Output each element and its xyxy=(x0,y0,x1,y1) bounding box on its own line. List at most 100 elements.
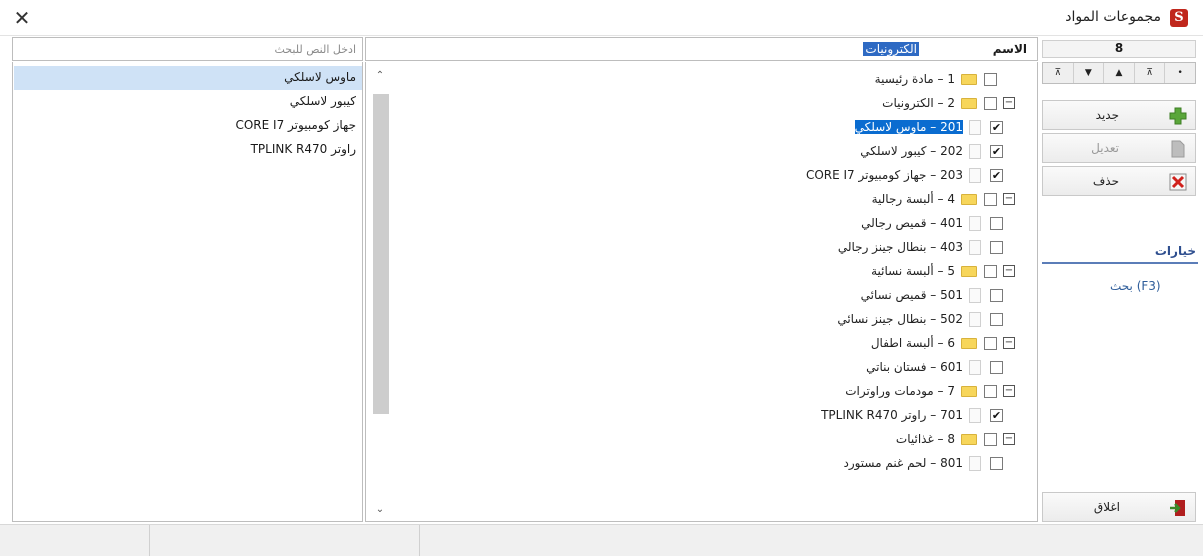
tree-node-label: 501 – قميص نسائي xyxy=(860,288,963,302)
node-checkbox[interactable] xyxy=(984,73,997,86)
item-icon xyxy=(969,360,981,375)
item-icon xyxy=(969,456,981,471)
node-checkbox[interactable] xyxy=(990,313,1003,326)
result-item[interactable]: جهاز كومبيوتر CORE I7 xyxy=(14,114,362,138)
delete-button[interactable]: حذف xyxy=(1042,166,1196,196)
item-icon xyxy=(969,288,981,303)
status-segment xyxy=(150,525,420,556)
edit-button-label: تعديل xyxy=(1091,141,1119,155)
folder-icon xyxy=(961,74,977,85)
scroll-thumb[interactable] xyxy=(373,94,389,414)
close-window-button[interactable]: ✕ xyxy=(9,5,35,31)
node-checkbox[interactable] xyxy=(990,241,1003,254)
new-button[interactable]: جديد xyxy=(1042,100,1196,130)
folder-icon xyxy=(961,194,977,205)
nav-prev-button[interactable]: ▲ xyxy=(1104,63,1135,83)
new-button-label: جديد xyxy=(1095,108,1119,122)
tree-node[interactable]: − 5 – ألبسة نسائية xyxy=(437,260,1037,284)
tree-node-label: 701 – راوتر TPLINK R470 xyxy=(821,408,963,422)
node-checkbox[interactable] xyxy=(984,433,997,446)
node-checkbox[interactable] xyxy=(984,265,997,278)
tree-node-label: 1 – مادة رئيسية xyxy=(874,72,955,86)
navigation-bar: ⊼ ▼ ▲ ⊼ • xyxy=(1042,62,1196,84)
tree-node[interactable]: − 8 – غذائيات xyxy=(437,428,1037,452)
nav-next-button[interactable]: ▼ xyxy=(1074,63,1105,83)
tree-node[interactable]: 401 – قميص رجالي xyxy=(437,212,1037,236)
node-checkbox[interactable]: ✔ xyxy=(990,145,1003,158)
node-checkbox[interactable] xyxy=(984,193,997,206)
folder-icon xyxy=(961,386,977,397)
tree-node-label: 202 – كيبور لاسلكي xyxy=(860,144,963,158)
tree-node-label: 5 – ألبسة نسائية xyxy=(871,264,955,278)
node-checkbox[interactable]: ✔ xyxy=(990,121,1003,134)
tree-node[interactable]: ✔ 201 – ماوس لاسلكي xyxy=(437,116,1037,140)
tree-node-label: 801 – لحم غنم مستورد xyxy=(843,456,963,470)
tree-node-label: 502 – بنطال جينز نسائي xyxy=(837,312,963,326)
item-icon xyxy=(969,216,981,231)
delete-icon xyxy=(1169,173,1187,191)
node-checkbox[interactable] xyxy=(984,97,997,110)
nav-first-button[interactable]: ⊼ xyxy=(1135,63,1166,83)
status-bar xyxy=(0,524,1203,556)
search-input[interactable] xyxy=(13,38,362,60)
window-title: مجموعات المواد xyxy=(1065,9,1161,25)
tree-node[interactable]: 1 – مادة رئيسية xyxy=(437,68,1037,92)
tree-node-label: 6 – ألبسة اطفال xyxy=(870,336,955,350)
node-checkbox[interactable] xyxy=(990,289,1003,302)
item-icon xyxy=(969,408,981,423)
collapse-icon[interactable]: − xyxy=(1003,433,1015,445)
result-item[interactable]: كيبور لاسلكي xyxy=(14,90,362,114)
tree-node[interactable]: − 4 – ألبسة رجالية xyxy=(437,188,1037,212)
search-option-link[interactable]: بحث (F3) xyxy=(1110,279,1161,293)
close-button[interactable]: اغلاق xyxy=(1042,492,1196,522)
nav-last-button[interactable]: ⊼ xyxy=(1043,63,1074,83)
collapse-icon[interactable]: − xyxy=(1003,385,1015,397)
scroll-up-icon[interactable]: ⌃ xyxy=(370,68,390,84)
item-icon xyxy=(969,312,981,327)
node-checkbox[interactable]: ✔ xyxy=(990,409,1003,422)
tree-node[interactable]: 501 – قميص نسائي xyxy=(437,284,1037,308)
node-checkbox[interactable]: ✔ xyxy=(990,169,1003,182)
tree-node[interactable]: ✔ 202 – كيبور لاسلكي xyxy=(437,140,1037,164)
tree-node-label: 4 – ألبسة رجالية xyxy=(871,192,955,206)
tree-node-label: 601 – فستان بناتي xyxy=(866,360,963,374)
tree-node[interactable]: 403 – بنطال جينز رجالي xyxy=(437,236,1037,260)
folder-icon xyxy=(961,266,977,277)
groups-tree[interactable]: ⌃ ⌄ 1 – مادة رئيسية − 2 – الكترونيات ✔ 201 –… xyxy=(365,62,1038,522)
tree-node[interactable]: − 6 – ألبسة اطفال xyxy=(437,332,1037,356)
tree-node-label: 401 – قميص رجالي xyxy=(861,216,963,230)
tree-node[interactable]: 601 – فستان بناتي xyxy=(437,356,1037,380)
tree-node[interactable]: ✔ 203 – جهاز كومبيوتر CORE I7 xyxy=(437,164,1037,188)
tree-node[interactable]: 502 – بنطال جينز نسائي xyxy=(437,308,1037,332)
node-checkbox[interactable] xyxy=(990,457,1003,470)
tree-node[interactable]: ✔ 701 – راوتر TPLINK R470 xyxy=(437,404,1037,428)
exit-icon xyxy=(1170,500,1185,516)
tree-node[interactable]: − 7 – مودمات وراوترات xyxy=(437,380,1037,404)
record-count: 8 xyxy=(1042,40,1196,58)
tree-node[interactable]: − 2 – الكترونيات xyxy=(437,92,1037,116)
collapse-icon[interactable]: − xyxy=(1003,97,1015,109)
node-checkbox[interactable] xyxy=(990,217,1003,230)
tree-header: الاسم الكترونيات xyxy=(365,37,1038,61)
folder-icon xyxy=(961,98,977,109)
collapse-icon[interactable]: − xyxy=(1003,265,1015,277)
collapse-icon[interactable]: − xyxy=(1003,337,1015,349)
scroll-down-icon[interactable]: ⌄ xyxy=(370,502,390,518)
tree-node[interactable]: 801 – لحم غنم مستورد xyxy=(437,452,1037,476)
nav-current-button[interactable]: • xyxy=(1165,63,1195,83)
item-icon xyxy=(969,120,981,135)
node-checkbox[interactable] xyxy=(984,337,997,350)
folder-icon xyxy=(961,338,977,349)
search-field[interactable] xyxy=(12,37,363,61)
result-item[interactable]: ماوس لاسلكي xyxy=(14,66,362,90)
tree-node-label: 7 – مودمات وراوترات xyxy=(845,384,955,398)
node-checkbox[interactable] xyxy=(984,385,997,398)
tree-node-label: 2 – الكترونيات xyxy=(882,96,955,110)
result-item[interactable]: راوتر TPLINK R470 xyxy=(14,138,362,162)
node-checkbox[interactable] xyxy=(990,361,1003,374)
tree-scrollbar[interactable]: ⌃ ⌄ xyxy=(370,66,390,518)
plus-icon xyxy=(1169,107,1187,125)
collapse-icon[interactable]: − xyxy=(1003,193,1015,205)
edit-button[interactable]: تعديل xyxy=(1042,133,1196,163)
header-filter-text[interactable]: الكترونيات xyxy=(863,42,919,56)
